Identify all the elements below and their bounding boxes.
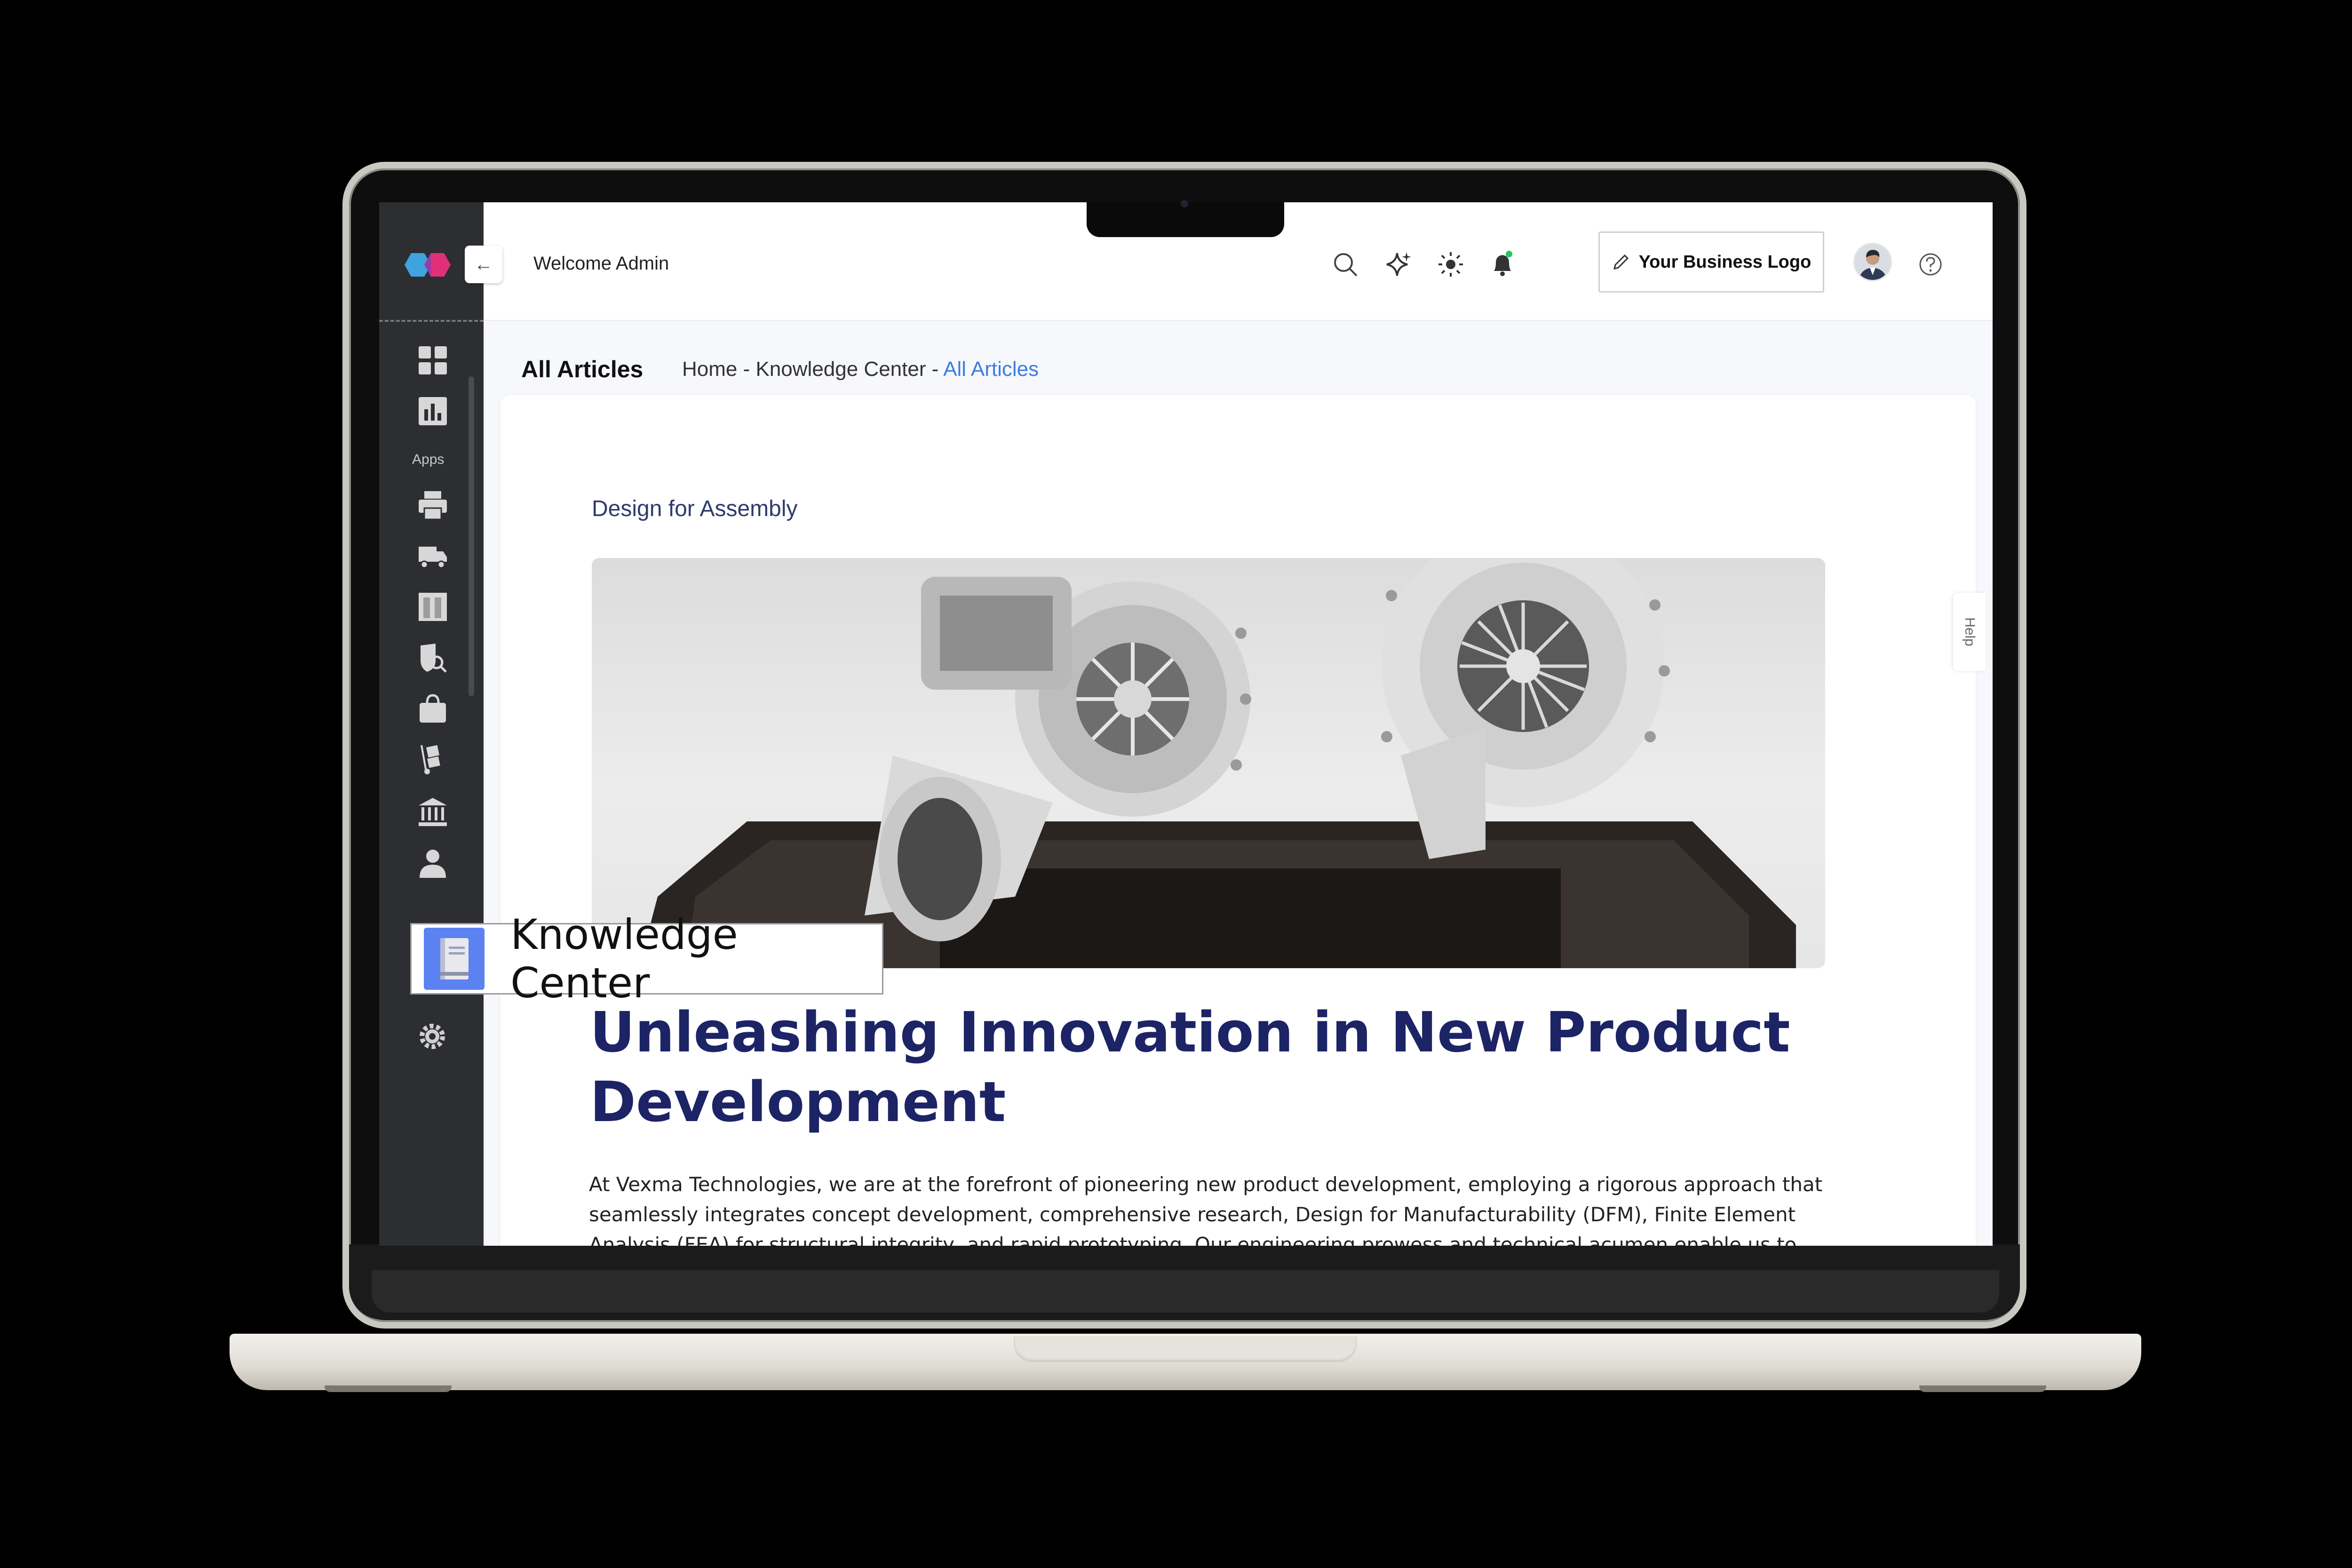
bank-icon[interactable] — [417, 796, 449, 828]
app-screen: Apps ← Knowledge Center Welcome Admin Yo… — [379, 202, 1993, 1246]
book-icon — [424, 928, 485, 990]
article-hero-image — [592, 558, 1825, 968]
sparkle-icon[interactable] — [1383, 249, 1413, 279]
breadcrumb: Home - Knowledge Center - All Articles — [682, 358, 1039, 381]
truck-icon[interactable] — [417, 540, 449, 572]
arrow-left-icon: ← — [474, 254, 493, 275]
page-title: All Articles — [521, 356, 644, 382]
hand-truck-icon[interactable] — [417, 743, 449, 775]
dashboard-icon[interactable] — [417, 344, 449, 376]
laptop-base-notch — [1014, 1336, 1357, 1362]
breadcrumb-section[interactable]: Knowledge Center — [755, 358, 926, 381]
breadcrumb-current[interactable]: All Articles — [943, 358, 1039, 381]
sidebar-item-knowledge-center[interactable]: Knowledge Center — [410, 910, 883, 1007]
laptop-foot-left — [325, 1385, 452, 1392]
camera-notch — [1087, 202, 1284, 237]
columns-icon[interactable] — [417, 591, 449, 623]
collapse-sidebar-button[interactable]: ← — [465, 246, 502, 283]
article-body: At Vexma Technologies, we are at the for… — [589, 1173, 1823, 1246]
help-circle-icon[interactable] — [1915, 249, 1946, 279]
breadcrumb-separator: - — [926, 358, 944, 381]
article-headline: Unleashing Innovation in New Product Dev… — [590, 1000, 1790, 1134]
business-logo-button[interactable]: Your Business Logo — [1598, 231, 1824, 293]
business-logo-label: Your Business Logo — [1638, 252, 1812, 272]
pencil-icon — [1613, 254, 1629, 270]
breadcrumb-home[interactable]: Home — [682, 358, 737, 381]
notification-bell-icon[interactable] — [1487, 249, 1518, 279]
breadcrumb-separator: - — [737, 358, 756, 381]
help-tab-label: Help — [1962, 617, 1978, 646]
welcome-text: Welcome Admin — [533, 253, 669, 274]
sidebar: Apps — [379, 202, 484, 1246]
avatar[interactable] — [1853, 243, 1892, 281]
laptop-foot-right — [1919, 1385, 2046, 1392]
app-logo[interactable] — [396, 244, 462, 286]
printer-icon[interactable] — [417, 489, 449, 521]
user-icon[interactable] — [417, 848, 449, 880]
camera-icon — [1181, 200, 1188, 207]
gear-icon[interactable] — [417, 1021, 448, 1052]
sidebar-divider — [379, 320, 484, 322]
brightness-icon[interactable] — [1436, 249, 1466, 279]
sidebar-scrollbar[interactable] — [469, 376, 474, 696]
article-category: Design for Assembly — [592, 496, 798, 521]
search-shield-icon[interactable] — [417, 642, 449, 674]
apps-section-label: Apps — [412, 452, 445, 467]
bag-icon[interactable] — [417, 692, 449, 724]
knowledge-center-label: Knowledge Center — [510, 910, 738, 1007]
laptop-bezel-strip — [372, 1270, 1999, 1313]
search-icon[interactable] — [1330, 249, 1360, 279]
reports-icon[interactable] — [417, 395, 449, 427]
help-tab[interactable]: Help — [1953, 593, 1986, 671]
